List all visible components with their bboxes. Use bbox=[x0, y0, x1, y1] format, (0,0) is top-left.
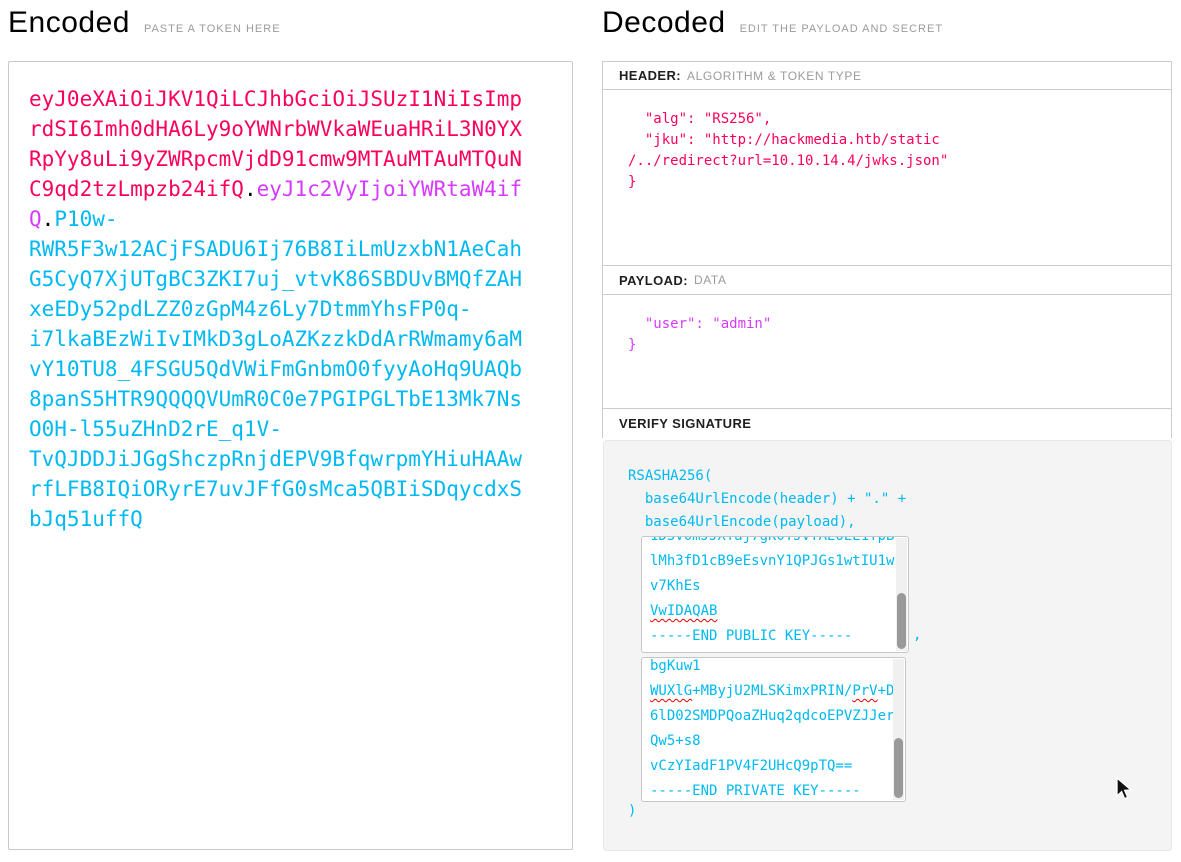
verify-comma: , bbox=[913, 627, 921, 643]
decoded-title: Decoded bbox=[602, 6, 726, 40]
verify-signature-content: RSASHA256( base64UrlEncode(header) + "."… bbox=[603, 440, 1172, 851]
token-dot-2: . bbox=[42, 207, 55, 231]
private-key-text[interactable]: bgKuw1WUXlG+MByjU2MLSKimxPRIN/PrV+D6lD02… bbox=[642, 657, 905, 802]
public-key-line: -----END PUBLIC KEY----- bbox=[650, 624, 908, 649]
encoded-title: Encoded bbox=[8, 6, 130, 40]
public-key-line-misspelled: VwIDAQAB bbox=[650, 603, 717, 619]
public-key-line: 1D5V0mJJXTaj7gK0TJVYAEOEE1YpB bbox=[650, 536, 908, 549]
private-key-line: -----END PRIVATE KEY----- bbox=[650, 779, 905, 802]
private-key-textarea[interactable]: bgKuw1WUXlG+MByjU2MLSKimxPRIN/PrV+D6lD02… bbox=[641, 657, 906, 802]
encoded-subtitle: PASTE A TOKEN HERE bbox=[144, 23, 281, 35]
payload-section-label-row: PAYLOAD: DATA bbox=[603, 266, 1171, 295]
private-key-scrollbar[interactable] bbox=[893, 659, 904, 800]
private-key-line: WUXlG+MByjU2MLSKimxPRIN/PrV+D bbox=[650, 679, 905, 704]
header-section-label: HEADER: bbox=[619, 68, 681, 83]
public-key-line: VwIDAQAB bbox=[650, 599, 908, 624]
encoded-token-editor[interactable]: eyJ0eXAiOiJKV1QiLCJhbGciOiJSUzI1NiIsImpr… bbox=[8, 61, 573, 850]
private-key-misspelled: WUXlG bbox=[650, 683, 692, 699]
verify-section-label-row: VERIFY SIGNATURE bbox=[603, 409, 1171, 437]
public-key-scrollbar[interactable] bbox=[896, 538, 907, 651]
payload-section-label: PAYLOAD: bbox=[619, 273, 688, 288]
jwt-debugger-page: Encoded PASTE A TOKEN HERE eyJ0eXAiOiJKV… bbox=[0, 0, 1181, 862]
decoded-title-row: Decoded EDIT THE PAYLOAD AND SECRET bbox=[602, 6, 943, 40]
private-key-line: vCzYIadF1PV4F2UHcQ9pTQ== bbox=[650, 754, 905, 779]
verify-algorithm-code: RSASHA256( base64UrlEncode(header) + "."… bbox=[628, 465, 906, 534]
payload-json-editor[interactable]: "user": "admin" } bbox=[603, 295, 1171, 356]
decoded-subtitle: EDIT THE PAYLOAD AND SECRET bbox=[740, 23, 943, 35]
private-key-line: Qw5+s8 bbox=[650, 729, 905, 754]
mouse-cursor-icon bbox=[1113, 777, 1135, 801]
token-dot-1: . bbox=[244, 177, 257, 201]
public-key-textarea[interactable]: 1D5V0mJJXTaj7gK0TJVYAEOEE1YpBlMh3fD1cB9e… bbox=[641, 536, 909, 653]
verify-section-label: VERIFY SIGNATURE bbox=[619, 416, 751, 431]
private-key-misspelled: PrV bbox=[852, 683, 877, 699]
decoded-header-section: HEADER: ALGORITHM & TOKEN TYPE "alg": "R… bbox=[602, 61, 1172, 266]
encoded-token-text[interactable]: eyJ0eXAiOiJKV1QiLCJhbGciOiJSUzI1NiIsImpr… bbox=[29, 84, 530, 534]
public-key-line: lMh3fD1cB9eEsvnY1QPJGs1wtIU1w bbox=[650, 549, 908, 574]
header-section-sublabel: ALGORITHM & TOKEN TYPE bbox=[687, 69, 862, 83]
private-key-line-part: +MByjU2MLSKimxPRIN/ bbox=[692, 683, 852, 699]
private-key-scrollbar-thumb[interactable] bbox=[894, 738, 903, 798]
verify-close-paren: ) bbox=[628, 803, 636, 819]
private-key-line: bgKuw1 bbox=[650, 657, 905, 679]
public-key-text[interactable]: 1D5V0mJJXTaj7gK0TJVYAEOEE1YpBlMh3fD1cB9e… bbox=[642, 536, 908, 649]
public-key-line: v7KhEs bbox=[650, 574, 908, 599]
verify-signature-section: VERIFY SIGNATURE bbox=[602, 408, 1172, 438]
decoded-payload-section: PAYLOAD: DATA "user": "admin" } bbox=[602, 265, 1172, 409]
private-key-line-part: +D bbox=[878, 683, 895, 699]
header-section-label-row: HEADER: ALGORITHM & TOKEN TYPE bbox=[603, 62, 1171, 90]
private-key-line: 6lD02SMDPQoaZHuq2qdcoEPVZJJer bbox=[650, 704, 905, 729]
public-key-scrollbar-thumb[interactable] bbox=[897, 593, 906, 649]
encoded-title-row: Encoded PASTE A TOKEN HERE bbox=[8, 6, 281, 40]
header-json-editor[interactable]: "alg": "RS256", "jku": "http://hackmedia… bbox=[603, 90, 1171, 193]
token-signature-segment[interactable]: P10w-RWR5F3w12ACjFSADU6Ij76B8IiLmUzxbN1A… bbox=[29, 207, 522, 531]
payload-section-sublabel: DATA bbox=[694, 273, 727, 287]
